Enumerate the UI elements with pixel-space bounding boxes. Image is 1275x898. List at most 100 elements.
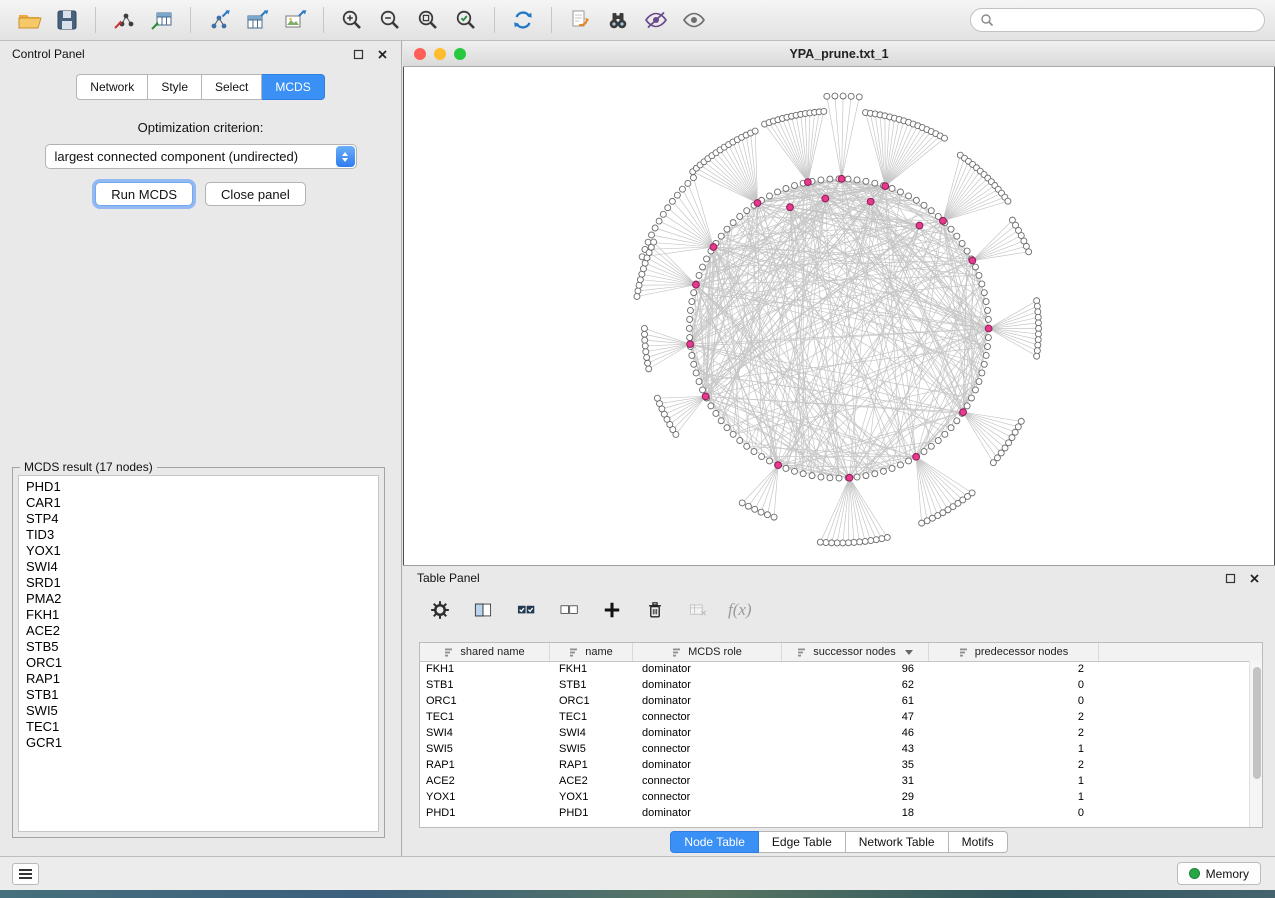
table-cell[interactable]: ACE2	[550, 775, 633, 787]
search-input[interactable]	[999, 12, 1255, 28]
table-scrollbar[interactable]	[1249, 661, 1262, 827]
mcds-result-item[interactable]: TEC1	[19, 719, 378, 735]
delete-column-button[interactable]	[642, 597, 668, 623]
run-mcds-button[interactable]: Run MCDS	[95, 182, 193, 206]
table-cell[interactable]: PHD1	[420, 807, 550, 819]
mcds-result-item[interactable]: CAR1	[19, 495, 378, 511]
mcds-result-item[interactable]: STB1	[19, 687, 378, 703]
mcds-result-list[interactable]: PHD1CAR1STP4TID3YOX1SWI4SRD1PMA2FKH1ACE2…	[18, 475, 379, 832]
tab-select[interactable]: Select	[202, 74, 262, 100]
column-header-mcds-role[interactable]: MCDS role	[633, 643, 782, 661]
table-cell[interactable]: 0	[929, 695, 1099, 707]
table-cell[interactable]: 2	[929, 663, 1099, 675]
mcds-result-item[interactable]: ACE2	[19, 623, 378, 639]
table-cell[interactable]: dominator	[633, 807, 782, 819]
table-cell[interactable]: 2	[929, 759, 1099, 771]
table-cell[interactable]: 1	[929, 775, 1099, 787]
table-cell[interactable]: 0	[929, 679, 1099, 691]
mcds-result-item[interactable]: SRD1	[19, 575, 378, 591]
network-canvas[interactable]	[403, 67, 1275, 566]
table-cell[interactable]: connector	[633, 775, 782, 787]
table-cell[interactable]: dominator	[633, 727, 782, 739]
zoom-fit-button[interactable]	[409, 4, 447, 36]
mcds-result-item[interactable]: PMA2	[19, 591, 378, 607]
mcds-result-item[interactable]: SWI5	[19, 703, 378, 719]
hide-elements-button[interactable]	[637, 4, 675, 36]
close-panel-button[interactable]	[375, 47, 389, 61]
tab-style[interactable]: Style	[148, 74, 202, 100]
export-table-button[interactable]	[238, 4, 276, 36]
table-row[interactable]: FKH1FKH1dominator962	[420, 661, 1250, 677]
table-row[interactable]: ORC1ORC1dominator610	[420, 693, 1250, 709]
table-cell[interactable]: connector	[633, 743, 782, 755]
table-cell[interactable]: dominator	[633, 695, 782, 707]
show-elements-button[interactable]	[675, 4, 713, 36]
table-row[interactable]: TEC1TEC1connector472	[420, 709, 1250, 725]
optimization-criterion-select[interactable]: largest connected component (undirected)	[45, 144, 357, 169]
column-header-name[interactable]: name	[550, 643, 633, 661]
table-cell[interactable]: YOX1	[420, 791, 550, 803]
table-cell[interactable]: dominator	[633, 663, 782, 675]
table-cell[interactable]: 2	[929, 711, 1099, 723]
tab-network[interactable]: Network	[76, 74, 148, 100]
table-cell[interactable]: 62	[782, 679, 929, 691]
table-cell[interactable]: 0	[929, 807, 1099, 819]
table-cell[interactable]: ORC1	[550, 695, 633, 707]
import-table-button[interactable]	[143, 4, 181, 36]
network-titlebar[interactable]: YPA_prune.txt_1	[403, 41, 1275, 67]
zoom-selected-button[interactable]	[447, 4, 485, 36]
table-cell[interactable]: 43	[782, 743, 929, 755]
table-settings-button[interactable]	[427, 597, 453, 623]
table-cell[interactable]: STB1	[420, 679, 550, 691]
table-cell[interactable]: RAP1	[550, 759, 633, 771]
refresh-button[interactable]	[504, 4, 542, 36]
table-cell[interactable]: RAP1	[420, 759, 550, 771]
export-image-button[interactable]	[276, 4, 314, 36]
mcds-result-item[interactable]: ORC1	[19, 655, 378, 671]
scrollbar-thumb[interactable]	[1253, 667, 1261, 779]
table-cell[interactable]: 61	[782, 695, 929, 707]
deselect-all-rows-button[interactable]	[556, 597, 582, 623]
maximize-window-icon[interactable]	[454, 48, 466, 60]
table-cell[interactable]: SWI4	[550, 727, 633, 739]
zoom-out-button[interactable]	[371, 4, 409, 36]
table-cell[interactable]: 96	[782, 663, 929, 675]
mcds-result-item[interactable]: STB5	[19, 639, 378, 655]
open-file-button[interactable]	[10, 4, 48, 36]
table-cell[interactable]: ACE2	[420, 775, 550, 787]
search-box[interactable]	[970, 8, 1265, 32]
mcds-result-item[interactable]: RAP1	[19, 671, 378, 687]
show-log-button[interactable]	[12, 863, 39, 885]
table-cell[interactable]: 29	[782, 791, 929, 803]
float-table-panel-button[interactable]	[1223, 571, 1237, 585]
mcds-result-item[interactable]: FKH1	[19, 607, 378, 623]
table-cell[interactable]: connector	[633, 711, 782, 723]
table-cell[interactable]: TEC1	[420, 711, 550, 723]
mcds-result-item[interactable]: SWI4	[19, 559, 378, 575]
column-header-successor-nodes[interactable]: successor nodes	[782, 643, 929, 661]
table-cell[interactable]: PHD1	[550, 807, 633, 819]
table-cell[interactable]: SWI5	[550, 743, 633, 755]
import-network-button[interactable]	[105, 4, 143, 36]
column-header-predecessor-nodes[interactable]: predecessor nodes	[929, 643, 1099, 661]
mcds-result-item[interactable]: YOX1	[19, 543, 378, 559]
table-cell[interactable]: 35	[782, 759, 929, 771]
zoom-in-button[interactable]	[333, 4, 371, 36]
table-row[interactable]: YOX1YOX1connector291	[420, 789, 1250, 805]
mcds-result-item[interactable]: GCR1	[19, 735, 378, 751]
select-all-rows-button[interactable]	[513, 597, 539, 623]
table-row[interactable]: ACE2ACE2connector311	[420, 773, 1250, 789]
add-column-button[interactable]	[599, 597, 625, 623]
table-cell[interactable]: FKH1	[550, 663, 633, 675]
table-row[interactable]: PHD1PHD1dominator180	[420, 805, 1250, 821]
table-row[interactable]: RAP1RAP1dominator352	[420, 757, 1250, 773]
table-cell[interactable]: 47	[782, 711, 929, 723]
table-cell[interactable]: connector	[633, 791, 782, 803]
mcds-result-item[interactable]: STP4	[19, 511, 378, 527]
save-button[interactable]	[48, 4, 86, 36]
mcds-result-item[interactable]: TID3	[19, 527, 378, 543]
table-cell[interactable]: 31	[782, 775, 929, 787]
close-table-panel-button[interactable]	[1247, 571, 1261, 585]
share-document-button[interactable]	[561, 4, 599, 36]
export-network-button[interactable]	[200, 4, 238, 36]
